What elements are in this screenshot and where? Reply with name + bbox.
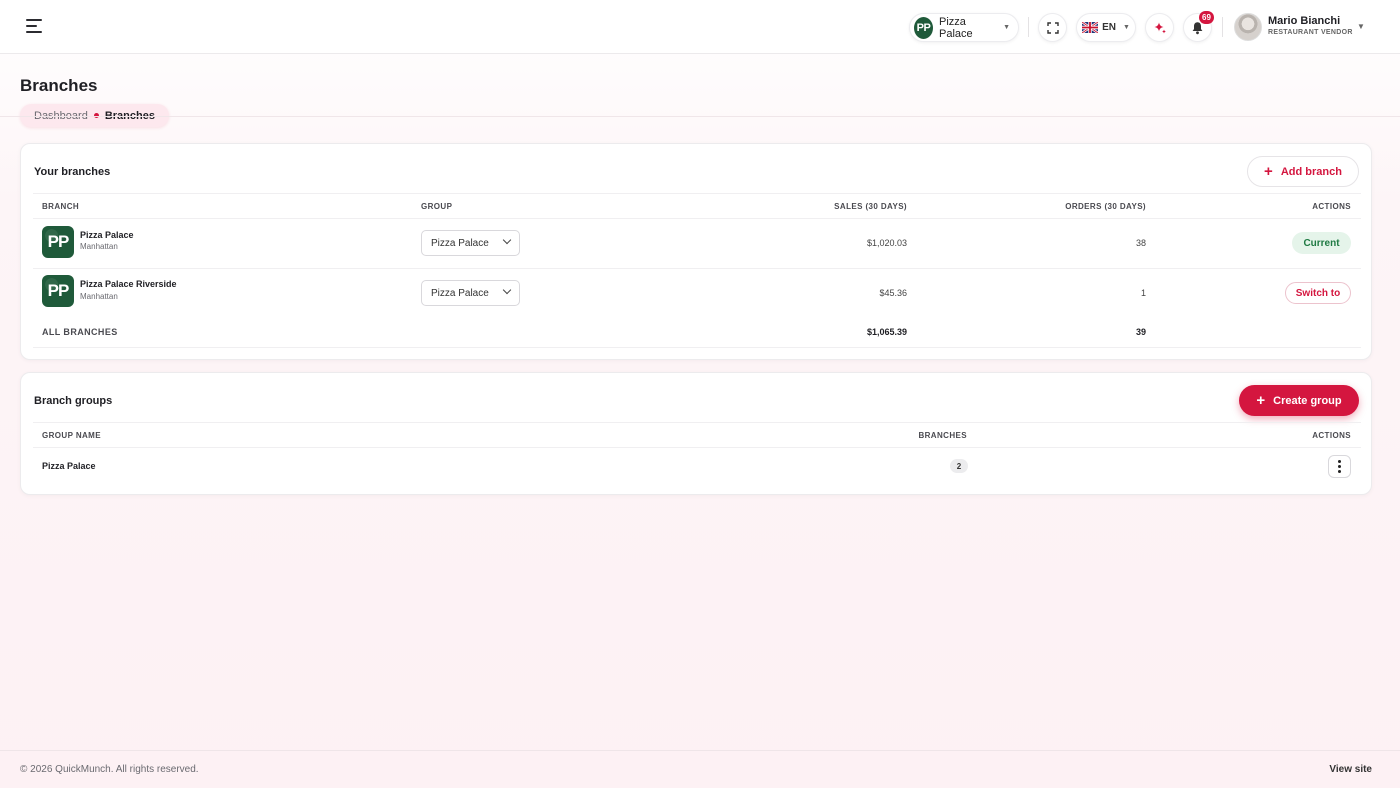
divider xyxy=(33,268,1361,269)
all-branches-label: ALL BRANCHES xyxy=(42,327,118,337)
create-group-button[interactable]: + Create group xyxy=(1239,385,1359,416)
add-branch-label: Add branch xyxy=(1280,165,1342,178)
sparkle-icon xyxy=(1154,22,1166,33)
branches-card-title: Your branches xyxy=(34,166,111,178)
branch-groups-card-title: Branch groups xyxy=(34,395,113,407)
user-role: RESTAURANT VENDOR xyxy=(1268,29,1353,36)
divider xyxy=(33,218,1361,219)
branch-name: Pizza Palace xyxy=(80,230,134,240)
fullscreen-icon xyxy=(1046,21,1059,34)
store-switcher[interactable]: PP Pizza Palace ▼ xyxy=(909,13,1019,42)
uk-flag-icon xyxy=(1082,22,1099,33)
add-branch-button[interactable]: + Add branch xyxy=(1247,156,1359,187)
group-select[interactable]: Pizza Palace xyxy=(421,280,520,306)
kebab-icon[interactable] xyxy=(1328,455,1351,478)
column-header-group: GROUP xyxy=(421,202,453,211)
store-logo: PP xyxy=(914,16,934,39)
sales-value: $1,020.03 xyxy=(866,238,907,248)
column-header-branch: BRANCH xyxy=(42,202,80,211)
user-menu-caret-icon[interactable]: ▼ xyxy=(1357,22,1365,31)
branch-location: Manhattan xyxy=(80,242,118,251)
sales-value: $45.36 xyxy=(879,288,907,298)
copyright-text: © 2026 QuickMunch. All rights reserved. xyxy=(20,764,199,775)
branch-name: Pizza Palace Riverside xyxy=(80,279,177,289)
view-site-link[interactable]: View site xyxy=(1329,764,1372,775)
divider xyxy=(33,193,1361,194)
top-bar: PP Pizza Palace ▼ EN ▼ 69 Mario Bianchi … xyxy=(0,0,1400,54)
current-branch-button[interactable]: Current xyxy=(1292,232,1351,254)
divider xyxy=(0,116,1400,117)
total-orders: 39 xyxy=(1135,327,1146,337)
avatar[interactable] xyxy=(1234,13,1262,41)
total-sales: $1,065.39 xyxy=(866,327,907,337)
plus-icon: + xyxy=(1264,163,1273,180)
branch-logo: PP xyxy=(42,275,74,307)
store-switcher-label: Pizza Palace xyxy=(939,15,973,40)
branch-groups-card: Branch groups + Create group GROUP NAME … xyxy=(20,372,1372,495)
user-name[interactable]: Mario Bianchi xyxy=(1268,15,1340,27)
branch-location: Manhattan xyxy=(80,292,118,301)
caret-down-icon: ▼ xyxy=(1122,24,1130,31)
group-select-value: Pizza Palace xyxy=(431,237,489,249)
menu-icon[interactable] xyxy=(26,19,44,35)
page-title: Branches xyxy=(20,76,98,95)
group-select[interactable]: Pizza Palace xyxy=(421,230,520,256)
orders-value: 38 xyxy=(1135,238,1146,248)
caret-down-icon: ▼ xyxy=(1003,24,1010,31)
branch-count-badge: 2 xyxy=(950,459,968,473)
branches-card: Your branches + Add branch BRANCH GROUP … xyxy=(20,143,1372,360)
group-name: Pizza Palace xyxy=(42,461,96,471)
column-header-actions: ACTIONS xyxy=(1312,431,1351,440)
ai-assistant-button[interactable] xyxy=(1145,13,1174,42)
divider xyxy=(33,347,1361,348)
column-header-sales: SALES (30 DAYS) xyxy=(834,202,907,211)
chevron-down-icon xyxy=(502,235,512,245)
chevron-down-icon xyxy=(502,285,512,295)
branch-logo: PP xyxy=(42,226,74,258)
language-code: EN xyxy=(1102,22,1116,33)
language-switcher[interactable]: EN ▼ xyxy=(1076,13,1136,42)
divider xyxy=(1222,17,1223,37)
column-header-branches: BRANCHES xyxy=(918,431,967,440)
plus-icon: + xyxy=(1256,392,1266,409)
column-header-group-name: GROUP NAME xyxy=(42,431,101,440)
group-select-value: Pizza Palace xyxy=(431,287,489,299)
divider xyxy=(0,750,1400,751)
switch-to-button[interactable]: Switch to xyxy=(1285,282,1351,304)
column-header-orders: ORDERS (30 DAYS) xyxy=(1065,202,1146,211)
divider xyxy=(33,422,1361,423)
divider xyxy=(1028,17,1029,37)
orders-value: 1 xyxy=(1140,288,1146,298)
divider xyxy=(33,447,1361,448)
column-header-actions: ACTIONS xyxy=(1312,202,1351,211)
notification-count-badge: 69 xyxy=(1199,11,1214,24)
create-group-label: Create group xyxy=(1273,394,1342,407)
fullscreen-button[interactable] xyxy=(1038,13,1067,42)
